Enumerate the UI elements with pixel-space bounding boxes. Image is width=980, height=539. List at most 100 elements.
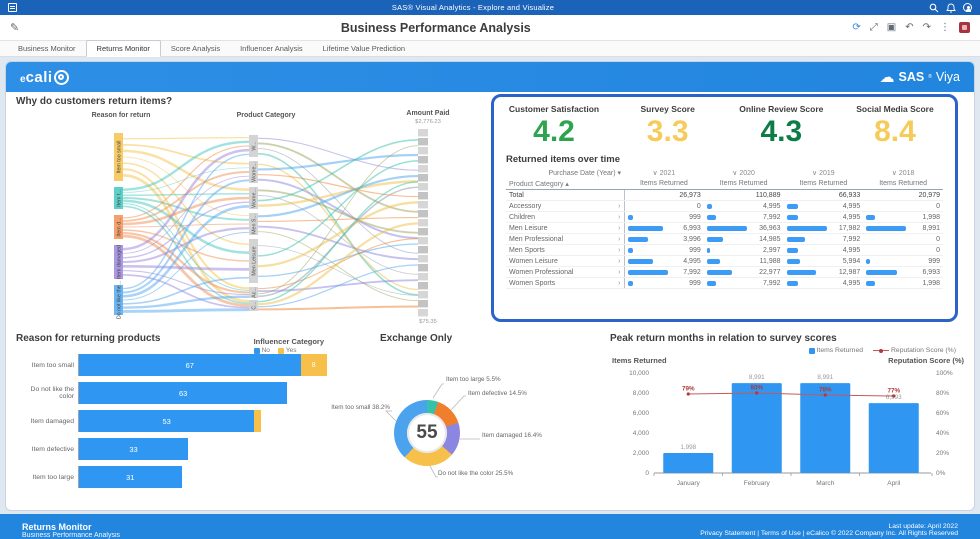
year-header[interactable]: ∨ 2019: [784, 167, 864, 178]
table-row[interactable]: Accessory › 0 4,995 4,995 0: [506, 200, 943, 212]
value-cell[interactable]: 26,973: [624, 189, 704, 201]
value-cell[interactable]: 36,963: [703, 222, 784, 234]
value-cell[interactable]: 999: [624, 244, 704, 256]
tab-lifetime-value-prediction[interactable]: Lifetime Value Prediction: [313, 41, 415, 56]
drill-chevron-icon[interactable]: ›: [618, 225, 620, 232]
profile-badge[interactable]: [959, 22, 970, 33]
drill-chevron-icon[interactable]: ›: [618, 203, 620, 210]
drill-chevron-icon[interactable]: ›: [618, 214, 620, 221]
bar-no-segment[interactable]: 63: [79, 382, 288, 404]
expand-icon[interactable]: ⤢: [870, 22, 878, 33]
tab-business-monitor[interactable]: Business Monitor: [8, 41, 86, 56]
value-cell[interactable]: 7,992: [624, 266, 704, 278]
drill-chevron-icon[interactable]: ›: [618, 269, 620, 276]
value-cell[interactable]: 17,982: [783, 222, 864, 234]
bar-no-segment[interactable]: 53: [79, 410, 255, 432]
column-group-header[interactable]: Purchase Date (Year) ▾: [506, 167, 624, 178]
value-cell[interactable]: 14,985: [703, 233, 784, 245]
value-cell[interactable]: 5,994: [783, 255, 864, 267]
refresh-icon[interactable]: ⟳: [852, 22, 860, 33]
value-cell[interactable]: 1,998: [863, 277, 943, 289]
footer-link[interactable]: Terms of Use: [761, 530, 801, 537]
value-cell[interactable]: 1,998: [863, 211, 943, 223]
table-row[interactable]: Women Sports › 999 7,992 4,995 1,998: [506, 277, 943, 289]
search-icon[interactable]: [929, 3, 939, 13]
bar-no-segment[interactable]: 33: [79, 438, 189, 460]
returned-items-table[interactable]: Purchase Date (Year) ▾ ∨ 2021 ∨ 2020 ∨ 2019…: [506, 167, 943, 295]
legend-item[interactable]: No: [253, 347, 270, 354]
value-cell[interactable]: 66,933: [783, 189, 864, 201]
value-cell[interactable]: 0: [863, 244, 943, 256]
table-row[interactable]: Total 26,973 110,889 66,933 20,979: [506, 189, 943, 201]
exchange-only-section: Exchange Only 55 Item too large 5.5% Item…: [331, 329, 600, 508]
value-cell[interactable]: 12,987: [783, 266, 864, 278]
year-header[interactable]: ∨ 2018: [863, 167, 943, 178]
legend-item[interactable]: Yes: [277, 347, 296, 354]
value-cell[interactable]: 0: [863, 233, 943, 245]
amount-axis-segment: [418, 246, 428, 254]
value-cell[interactable]: 4,995: [624, 255, 704, 267]
tab-influencer-analysis[interactable]: Influencer Analysis: [230, 41, 313, 56]
drill-chevron-icon[interactable]: ›: [618, 236, 620, 243]
row-group-header[interactable]: Product Category ▴: [506, 178, 624, 190]
value-cell[interactable]: 6,993: [624, 222, 704, 234]
drill-chevron-icon[interactable]: ›: [618, 280, 620, 287]
value-cell[interactable]: 20,979: [863, 189, 943, 201]
bar-yes-segment[interactable]: [254, 410, 261, 432]
table-row[interactable]: Women Leisure › 4,995 11,988 5,994 999: [506, 255, 943, 267]
kpi-value: 3.3: [646, 115, 689, 148]
value-cell[interactable]: 4,995: [783, 277, 864, 289]
tab-returns-monitor[interactable]: Returns Monitor: [85, 40, 161, 57]
value-cell[interactable]: 6,993: [863, 266, 943, 278]
edit-pencil-icon[interactable]: ✎: [10, 21, 19, 34]
layout-icon[interactable]: ▣: [887, 22, 896, 33]
table-row[interactable]: Women Professional › 7,992 22,977 12,987 6,99…: [506, 266, 943, 278]
value-cell[interactable]: 0: [624, 200, 704, 212]
value-cell[interactable]: 999: [863, 255, 943, 267]
value-cell[interactable]: 4,995: [783, 211, 864, 223]
bar-no-segment[interactable]: 31: [79, 466, 182, 488]
value-cell[interactable]: 8,991: [863, 222, 943, 234]
table-row[interactable]: Children › 999 7,992 4,995 1,998: [506, 211, 943, 223]
value-cell[interactable]: 999: [624, 211, 704, 223]
peak-months-chart[interactable]: 0 2,000 4,000 6,000 8,000 10,000 0% 20% 40% 60% 80…: [610, 365, 966, 495]
notifications-icon[interactable]: [946, 3, 956, 13]
value-cell[interactable]: 11,988: [703, 255, 784, 267]
drill-chevron-icon[interactable]: ›: [618, 247, 620, 254]
value-cell[interactable]: 7,992: [783, 233, 864, 245]
value-cell[interactable]: 7,992: [703, 211, 784, 223]
redo-icon[interactable]: ↷: [923, 22, 931, 33]
undo-icon[interactable]: ↶: [905, 22, 913, 33]
value-cell[interactable]: 4,995: [703, 200, 784, 212]
tab-score-analysis[interactable]: Score Analysis: [161, 41, 230, 56]
parallel-coordinates-chart[interactable]: Reason for return Product Category Amount …: [16, 107, 486, 327]
bar-yes-segment[interactable]: 8: [300, 354, 327, 376]
amount-axis-segment: [418, 165, 428, 173]
exchange-only-donut[interactable]: 55: [394, 400, 460, 466]
table-row[interactable]: Men Professional › 3,996 14,985 7,992 0: [506, 233, 943, 245]
bar-no-segment[interactable]: 67: [79, 354, 301, 376]
drill-chevron-icon[interactable]: ›: [618, 258, 620, 265]
year-header[interactable]: ∨ 2021: [624, 167, 704, 178]
app-menu-icon[interactable]: [8, 3, 17, 12]
user-avatar[interactable]: [963, 3, 972, 12]
value-cell[interactable]: 4,995: [783, 244, 864, 256]
svg-text:Item damaged: Item damaged: [117, 245, 123, 279]
year-header[interactable]: ∨ 2020: [704, 167, 784, 178]
score-point: [892, 394, 896, 398]
svg-text:Item d...: Item d...: [117, 217, 123, 236]
value-cell[interactable]: 7,992: [703, 277, 784, 289]
value-cell[interactable]: 0: [863, 200, 943, 212]
footer-link[interactable]: Privacy Statement: [700, 530, 755, 537]
value-cell[interactable]: 22,977: [703, 266, 784, 278]
measure-header: Items Returned: [703, 178, 784, 190]
value-cell[interactable]: 999: [624, 277, 704, 289]
value-cell[interactable]: 2,997: [703, 244, 784, 256]
value-cell[interactable]: 3,996: [624, 233, 704, 245]
more-icon[interactable]: ⋮: [940, 22, 950, 33]
table-row[interactable]: Men Leisure › 6,993 36,963 17,982 8,991: [506, 222, 943, 234]
value-cell[interactable]: 4,995: [783, 200, 864, 212]
table-row[interactable]: Men Sports › 999 2,997 4,995 0: [506, 244, 943, 256]
value-cell[interactable]: 110,889: [703, 189, 784, 201]
value-bar: [866, 280, 876, 286]
